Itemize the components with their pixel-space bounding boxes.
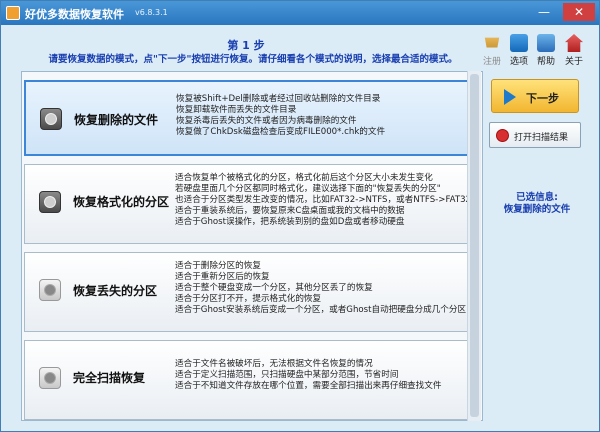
app-icon (6, 6, 20, 20)
mode-recover-deleted[interactable]: 恢复删除的文件 恢复被Shift+Del删除或者经过回收站删除的文件目录 恢复卸… (24, 80, 480, 156)
options-label: 选项 (509, 57, 528, 67)
mode-name: 恢复丢失的分区 (73, 284, 158, 298)
mode-line: 适合于删除分区的恢复 (175, 261, 261, 271)
mode-line: 适合于定义扫描范围，只扫描硬盘中某部分范围，节省时间 (175, 370, 399, 380)
mode-line: 适合恢复单个被格式化的分区，格式化前后这个分区大小未发生变化 (175, 173, 433, 183)
mode-line: 适合于文件名被破坏后，无法根据文件名恢复的情况 (175, 359, 373, 369)
mode-line: 适合于Ghost误操作，把系统装到别的盘如D盘或者移动硬盘 (175, 217, 405, 227)
register-label: 注册 (482, 57, 501, 67)
mode-line: 适合于不知道文件存放在哪个位置，需要全部扫描出来再仔细查找文件 (175, 381, 442, 391)
open-scan-result-button[interactable]: 打开扫描结果 (489, 122, 581, 148)
step-description: 请要恢复数据的模式，点"下一步"按钮进行恢复。请仔细看各个模式的说明，选择最合适… (48, 54, 458, 65)
mode-recover-lost-partition[interactable]: 恢复丢失的分区 适合于删除分区的恢复 适合于重新分区后的恢复 适合于整个硬盘变成… (24, 252, 480, 332)
main-window: 好优多数据恢复软件 v6.8.3.1 — ✕ 第 1 步 请要恢复数据的模式，点… (0, 0, 600, 432)
mode-line: 适合于分区打不开，提示格式化的恢复 (175, 294, 322, 304)
mode-line: 适合于重装系统后，要恢复原来C盘桌面或我的文档中的数据 (175, 206, 405, 216)
mode-line: 恢复做了ChkDsk磁盘检查后变成FILE000*.chk的文件 (176, 127, 386, 137)
mode-line: 也适合于分区类型发生改变的情况，比如FAT32->NTFS，或者NTFS->FA… (175, 195, 472, 205)
open-scan-result-label: 打开扫描结果 (514, 133, 569, 143)
mode-full-scan[interactable]: 完全扫描恢复 适合于文件名被破坏后，无法根据文件名恢复的情况 适合于定义扫描范围… (24, 340, 480, 420)
options-button[interactable]: 选项 (506, 34, 532, 67)
mode-line: 若硬盘里面几个分区都同时格式化，建议选择下面的"恢复丢失的分区" (175, 184, 441, 194)
cart-icon (484, 37, 500, 48)
mode-line: 恢复卸载软件而丢失的文件目录 (176, 105, 297, 115)
selected-info-label: 已选信息: (516, 192, 558, 203)
mode-list: 恢复删除的文件 恢复被Shift+Del删除或者经过回收站删除的文件目录 恢复卸… (21, 71, 483, 421)
help-icon (537, 34, 555, 52)
help-button[interactable]: 帮助 (533, 34, 559, 67)
arrow-right-icon (504, 89, 516, 105)
mode-line: 适合于重新分区后的恢复 (175, 272, 270, 282)
disk-icon (40, 108, 62, 130)
record-icon (496, 129, 509, 142)
mode-line: 恢复被Shift+Del删除或者经过回收站删除的文件目录 (176, 94, 381, 104)
next-step-button[interactable]: 下一步 (491, 79, 579, 113)
close-icon[interactable]: ✕ (563, 3, 595, 21)
selected-info-value: 恢复删除的文件 (503, 204, 571, 215)
mode-line: 恢复杀毒后丢失的文件或者因为病毒删除的文件 (176, 116, 357, 126)
mode-name: 恢复删除的文件 (74, 113, 159, 127)
next-step-label: 下一步 (526, 92, 559, 105)
disk-icon (39, 279, 61, 301)
minimize-icon[interactable]: — (531, 3, 557, 21)
register-button[interactable]: 注册 (479, 34, 505, 67)
mode-list-scrollbar[interactable] (467, 71, 481, 421)
help-label: 帮助 (536, 57, 555, 67)
scroll-thumb[interactable] (470, 74, 479, 417)
options-icon (510, 34, 528, 52)
disk-icon (39, 367, 61, 389)
disk-icon (39, 191, 61, 213)
mode-recover-formatted[interactable]: 恢复格式化的分区 适合恢复单个被格式化的分区，格式化前后这个分区大小未发生变化 … (24, 164, 480, 244)
home-icon (565, 34, 583, 52)
mode-description: 适合于删除分区的恢复 适合于重新分区后的恢复 适合于整个硬盘变成一个分区，其他分… (175, 261, 466, 316)
mode-description: 适合恢复单个被格式化的分区，格式化前后这个分区大小未发生变化 若硬盘里面几个分区… (175, 173, 471, 228)
about-button[interactable]: 关于 (561, 34, 587, 67)
app-version: v6.8.3.1 (135, 8, 168, 17)
mode-name: 恢复格式化的分区 (73, 195, 170, 209)
title-bar: 好优多数据恢复软件 v6.8.3.1 — ✕ (1, 1, 599, 25)
app-title: 好优多数据恢复软件 (25, 8, 124, 21)
mode-line: 适合于Ghost安装系统后变成一个分区，或者Ghost自动把硬盘分成几个分区 (175, 305, 467, 315)
mode-description: 恢复被Shift+Del删除或者经过回收站删除的文件目录 恢复卸载软件而丢失的文… (176, 94, 385, 138)
about-label: 关于 (564, 57, 583, 67)
selected-info: 已选信息: 恢复删除的文件 (487, 192, 587, 216)
mode-line: 适合于整个硬盘变成一个分区，其他分区丢了的恢复 (175, 283, 373, 293)
mode-name: 完全扫描恢复 (73, 371, 146, 385)
mode-description: 适合于文件名被破坏后，无法根据文件名恢复的情况 适合于定义扫描范围，只扫描硬盘中… (175, 359, 441, 392)
